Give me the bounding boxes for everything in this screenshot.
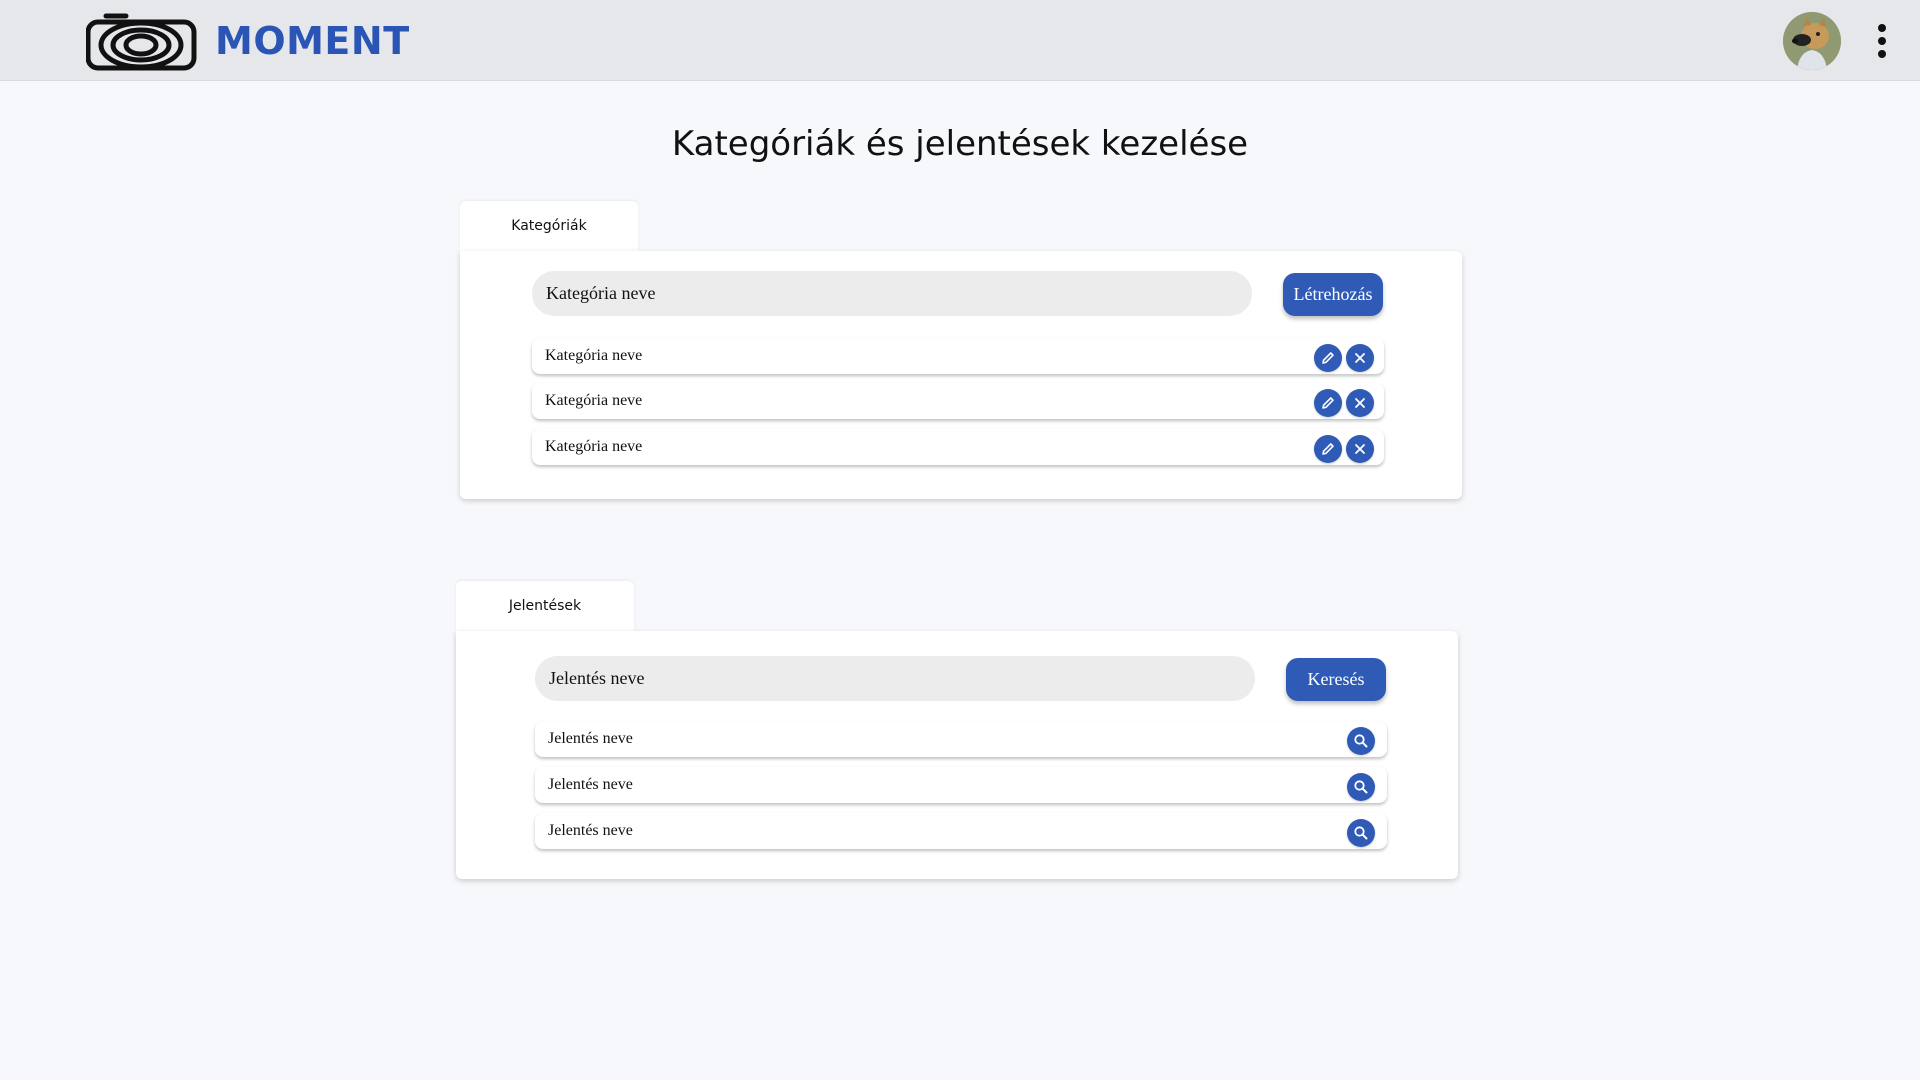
report-row: Jelentés neve [535, 721, 1387, 757]
camera-logo-icon[interactable] [86, 12, 198, 74]
user-avatar[interactable] [1783, 12, 1841, 70]
reports-card: Keresés Jelentés neve Jelentés neve Jele… [456, 631, 1458, 879]
category-row: Kategória neve [532, 429, 1384, 465]
search-icon [1354, 734, 1368, 748]
more-options-icon[interactable] [1870, 21, 1894, 61]
pencil-icon [1322, 443, 1334, 455]
pencil-icon [1322, 397, 1334, 409]
category-row: Kategória neve [532, 338, 1384, 374]
delete-category-button[interactable] [1346, 435, 1374, 463]
edit-category-button[interactable] [1314, 344, 1342, 372]
edit-category-button[interactable] [1314, 435, 1342, 463]
report-label: Jelentés neve [548, 822, 633, 839]
report-label: Jelentés neve [548, 776, 633, 793]
report-row: Jelentés neve [535, 767, 1387, 803]
create-category-button[interactable]: Létrehozás [1283, 273, 1383, 316]
report-label: Jelentés neve [548, 730, 633, 747]
close-icon [1355, 398, 1365, 408]
category-label: Kategória neve [545, 347, 643, 364]
search-reports-button[interactable]: Keresés [1286, 658, 1386, 701]
tab-reports[interactable]: Jelentések [456, 581, 634, 631]
tab-categories[interactable]: Kategóriák [460, 201, 638, 251]
categories-card: Létrehozás Kategória neve Kategória neve… [460, 251, 1462, 499]
dog-avatar-icon [1783, 12, 1841, 70]
pencil-icon [1322, 352, 1334, 364]
view-report-button[interactable] [1347, 727, 1375, 755]
delete-category-button[interactable] [1346, 344, 1374, 372]
close-icon [1355, 444, 1365, 454]
page-title: Kategóriák és jelentések kezelése [671, 124, 1249, 164]
edit-category-button[interactable] [1314, 389, 1342, 417]
search-icon [1354, 826, 1368, 840]
report-row: Jelentés neve [535, 813, 1387, 849]
category-label: Kategória neve [545, 392, 643, 409]
delete-category-button[interactable] [1346, 389, 1374, 417]
category-row: Kategória neve [532, 383, 1384, 419]
category-name-input[interactable] [532, 271, 1252, 316]
search-icon [1354, 780, 1368, 794]
brand-name: MOMENT [215, 19, 410, 63]
top-bar: MOMENT [0, 0, 1920, 81]
view-report-button[interactable] [1347, 819, 1375, 847]
view-report-button[interactable] [1347, 773, 1375, 801]
close-icon [1355, 353, 1365, 363]
report-name-input[interactable] [535, 656, 1255, 701]
category-label: Kategória neve [545, 438, 643, 455]
